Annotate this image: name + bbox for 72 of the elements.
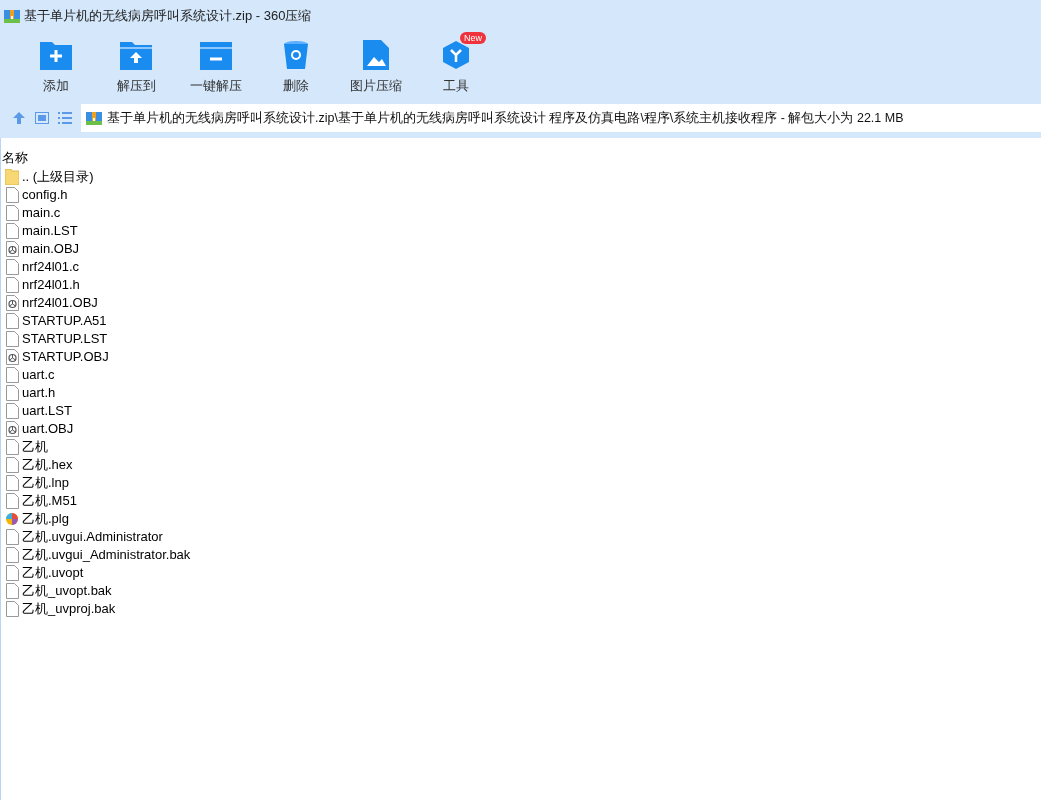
- file-icon: [5, 583, 19, 599]
- file-icon: [5, 277, 19, 293]
- file-name[interactable]: 乙机_uvopt.bak: [22, 582, 112, 600]
- file-name[interactable]: STARTUP.LST: [22, 330, 108, 348]
- file-name[interactable]: 乙机.uvopt: [22, 564, 84, 582]
- file-name[interactable]: main.c: [22, 204, 61, 222]
- file-icon: [5, 403, 19, 419]
- file-name[interactable]: 乙机: [22, 438, 48, 456]
- folder-plus-icon: [40, 40, 72, 70]
- file-icon: [5, 385, 19, 401]
- file-name[interactable]: 乙机.uvgui_Administrator.bak: [22, 546, 191, 564]
- file-name[interactable]: 乙机.plg: [22, 510, 69, 528]
- file-icon: [5, 331, 19, 347]
- file-icon: [5, 259, 19, 275]
- toolbar-button[interactable]: New 工具: [416, 32, 496, 96]
- file-name[interactable]: 乙机.M51: [22, 492, 77, 510]
- folder-minus-icon: [200, 40, 232, 70]
- file-icon: [5, 205, 19, 221]
- folder-upload-icon: [120, 40, 152, 70]
- file-name[interactable]: nrf24l01.c: [22, 258, 80, 276]
- toolbar-button[interactable]: 一键解压: [176, 32, 256, 96]
- file-name[interactable]: uart.h: [22, 384, 56, 402]
- file-name[interactable]: nrf24l01.h: [22, 276, 80, 294]
- object-file-icon: [5, 241, 19, 257]
- window-title: 基于单片机的无线病房呼叫系统设计.zip - 360压缩: [24, 7, 312, 26]
- file-name[interactable]: 乙机_uvproj.bak: [22, 600, 116, 618]
- object-file-icon: [5, 295, 19, 311]
- folder-icon: [5, 169, 19, 185]
- file-icon: [5, 457, 19, 473]
- hexagon-tools-icon: [441, 40, 471, 70]
- thumbnail-view-icon[interactable]: [35, 112, 49, 124]
- file-name[interactable]: 乙机.uvgui.Administrator: [22, 528, 163, 546]
- archive-icon: [4, 8, 20, 24]
- file-icon: [5, 367, 19, 383]
- image-file-icon: [363, 40, 389, 70]
- address-bar[interactable]: 基于单片机的无线病房呼叫系统设计.zip\基于单片机的无线病房呼叫系统设计 程序及仿真电路\程序\系统主机接收程序 - 解包大小为 22.1 MB: [81, 104, 1041, 132]
- object-file-icon: [5, 349, 19, 365]
- file-icon: [5, 601, 19, 617]
- file-icon: [5, 223, 19, 239]
- file-name[interactable]: main.OBJ: [22, 240, 80, 258]
- file-icon: [5, 547, 19, 563]
- file-name[interactable]: config.h: [22, 186, 68, 204]
- toolbar-button[interactable]: 添加: [16, 32, 96, 96]
- toolbar-button[interactable]: 删除: [256, 32, 336, 96]
- file-icon: [5, 439, 19, 455]
- column-header[interactable]: 名称: [1, 148, 28, 168]
- file-icon: [5, 529, 19, 545]
- file-name[interactable]: .. (上级目录): [22, 168, 94, 186]
- file-name[interactable]: uart.OBJ: [22, 420, 74, 438]
- toolbar-button[interactable]: 图片压缩: [336, 32, 416, 96]
- address-path: 基于单片机的无线病房呼叫系统设计.zip\基于单片机的无线病房呼叫系统设计 程序及仿真电路\程序\系统主机接收程序 - 解包大小为 22.1 MB: [107, 109, 904, 127]
- color-wheel-icon: [5, 512, 19, 526]
- archive-icon: [86, 110, 102, 126]
- file-icon: [5, 565, 19, 581]
- file-name[interactable]: 乙机.hex: [22, 456, 73, 474]
- recycle-bin-icon: [283, 40, 309, 70]
- file-icon: [5, 475, 19, 491]
- file-icon: [5, 313, 19, 329]
- file-name[interactable]: STARTUP.OBJ: [22, 348, 109, 366]
- list-view-icon[interactable]: [58, 112, 72, 124]
- file-name[interactable]: uart.c: [22, 366, 55, 384]
- file-name[interactable]: uart.LST: [22, 402, 72, 420]
- file-name[interactable]: 乙机.lnp: [22, 474, 69, 492]
- toolbar-button[interactable]: 解压到: [96, 32, 176, 96]
- up-arrow-icon[interactable]: [12, 111, 26, 125]
- file-name[interactable]: STARTUP.A51: [22, 312, 107, 330]
- file-name[interactable]: nrf24l01.OBJ: [22, 294, 98, 312]
- file-icon: [5, 187, 19, 203]
- file-icon: [5, 493, 19, 509]
- new-badge: New: [460, 32, 486, 44]
- file-name[interactable]: main.LST: [22, 222, 78, 240]
- object-file-icon: [5, 421, 19, 437]
